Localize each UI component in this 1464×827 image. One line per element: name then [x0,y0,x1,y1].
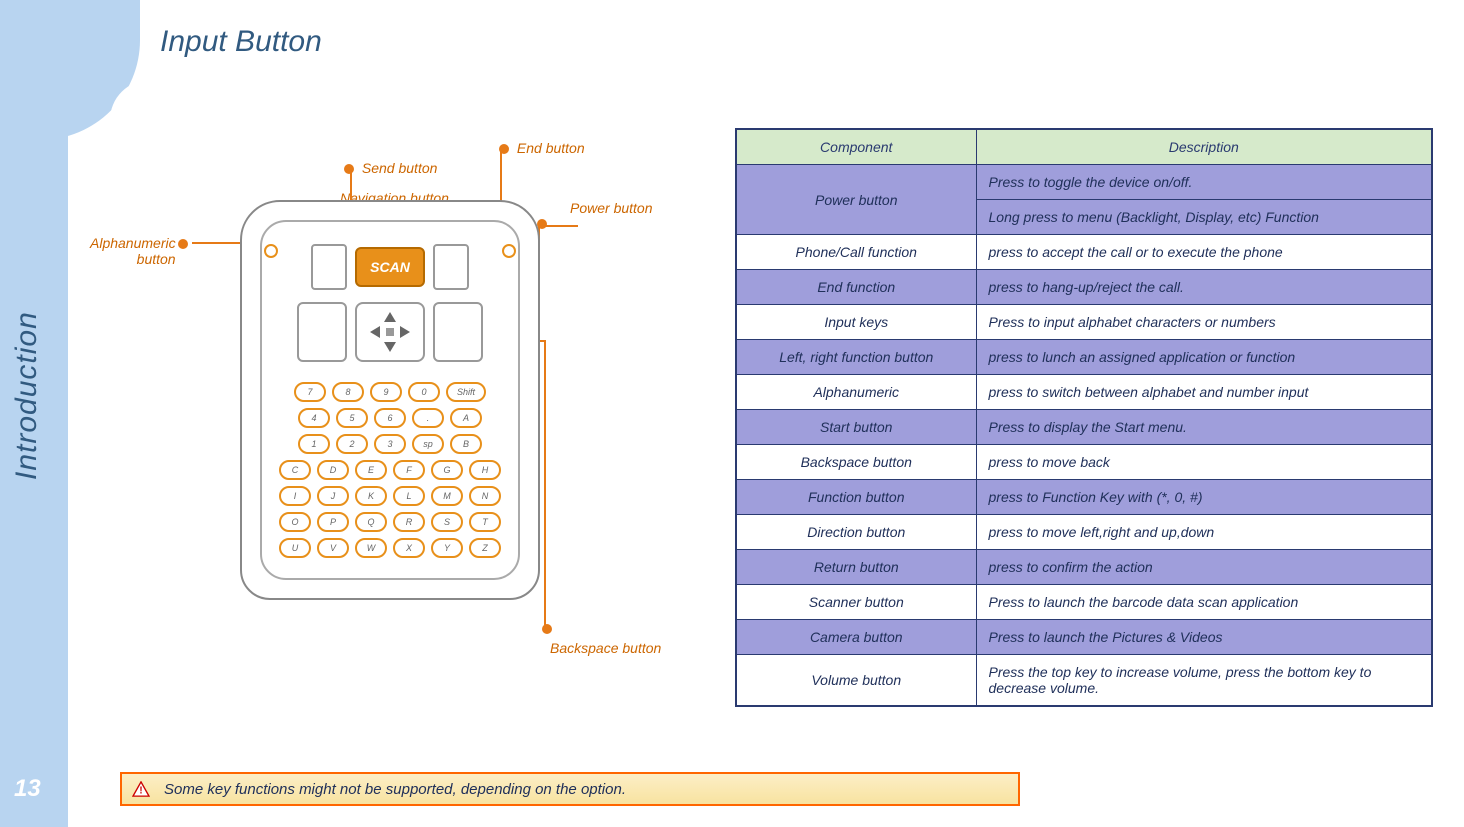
callout-send-text: Send button [362,160,438,176]
warning-bar: ! Some key functions might not be suppor… [120,772,1020,806]
dpad [355,302,425,362]
callout-dot-icon [344,164,354,174]
table-cell-description: Press to display the Start menu. [976,410,1432,445]
top-keys-row [272,302,508,370]
callout-alpha: Alphanumeric button [90,235,176,267]
leader-line [544,340,546,625]
page-number: 13 [14,775,41,803]
table-header-description: Description [976,129,1432,165]
function-key-left [297,302,347,362]
table-cell-description: press to confirm the action [976,550,1432,585]
table-row: Volume buttonPress the top key to increa… [736,655,1432,707]
table-row: Backspace buttonpress to move back [736,445,1432,480]
table-cell-component: Direction button [736,515,976,550]
callout-end: End button [495,140,585,156]
table-cell-description: press to Function Key with (*, 0, #) [976,480,1432,515]
table-row: Input keysPress to input alphabet charac… [736,305,1432,340]
table-cell-component: Camera button [736,620,976,655]
table-row: Return buttonpress to confirm the action [736,550,1432,585]
keypad: 7890Shift 456.A 123spB CDEFGH IJKLMN OPQ… [272,382,508,568]
table-row: End functionpress to hang-up/reject the … [736,270,1432,305]
callout-backspace-text: Backspace button [550,640,661,656]
warning-icon: ! [132,781,150,797]
table-cell-description: Press to toggle the device on/off. [976,165,1432,200]
table-cell-description: Press to launch the barcode data scan ap… [976,585,1432,620]
callout-alpha-text1: Alphanumeric [90,235,176,251]
table-row: Direction buttonpress to move left,right… [736,515,1432,550]
table-row: Function buttonpress to Function Key wit… [736,480,1432,515]
page-title: Input Button [160,25,322,59]
dpad-icon [366,308,414,356]
callout-backspace-dot [538,620,556,636]
table-cell-component: Function button [736,480,976,515]
callout-power-text: Power button [570,200,653,216]
table-cell-component: Scanner button [736,585,976,620]
table-row: Camera buttonPress to launch the Picture… [736,620,1432,655]
mini-screen-icon [311,244,347,290]
table-cell-component: Return button [736,550,976,585]
leader-line [538,225,578,227]
table-cell-description: Press to input alphabet characters or nu… [976,305,1432,340]
table-row: Alphanumericpress to switch between alph… [736,375,1432,410]
table-cell-description: Press to launch the Pictures & Videos [976,620,1432,655]
table-cell-component: Volume button [736,655,976,707]
table-row: Scanner buttonPress to launch the barcod… [736,585,1432,620]
svg-text:!: ! [139,785,142,796]
table-row: Power buttonPress to toggle the device o… [736,165,1432,200]
table-header-component: Component [736,129,976,165]
table-cell-component: Start button [736,410,976,445]
table-cell-component: Phone/Call function [736,235,976,270]
table-row: Left, right function buttonpress to lunc… [736,340,1432,375]
device-diagram: Send button End button Navigation button… [140,140,700,680]
table-cell-component: End function [736,270,976,305]
callout-send: Send button [340,160,437,176]
table-cell-component: Input keys [736,305,976,340]
table-row: Start buttonPress to display the Start m… [736,410,1432,445]
callout-end-text: End button [517,140,585,156]
device-outline: SCAN 7890Shift 456.A 123spB CDEFGH IJKLM… [240,200,540,600]
section-label: Introduction [10,311,44,480]
table-cell-description: press to accept the call or to execute t… [976,235,1432,270]
spec-table: Component Description Power buttonPress … [735,128,1433,707]
table-cell-description: press to hang-up/reject the call. [976,270,1432,305]
function-key-right [433,302,483,362]
table-cell-description: press to move back [976,445,1432,480]
table-cell-description: Long press to menu (Backlight, Display, … [976,200,1432,235]
table-row: Phone/Call functionpress to accept the c… [736,235,1432,270]
scan-button: SCAN [355,247,425,287]
screen-row: SCAN [272,242,508,292]
table-cell-component: Left, right function button [736,340,976,375]
table-cell-description: press to switch between alphabet and num… [976,375,1432,410]
callout-dot-icon [542,624,552,634]
callout-backspace: Backspace button [550,640,661,656]
mini-screen-icon [433,244,469,290]
table-cell-component: Backspace button [736,445,976,480]
callout-alpha-text2: button [137,251,176,267]
table-cell-description: Press the top key to increase volume, pr… [976,655,1432,707]
table-cell-description: press to lunch an assigned application o… [976,340,1432,375]
table-cell-component: Power button [736,165,976,235]
callout-dot-icon [178,239,188,249]
table-cell-component: Alphanumeric [736,375,976,410]
warning-text: Some key functions might not be supporte… [164,781,626,798]
callout-power: Power button [570,200,653,216]
table-cell-description: press to move left,right and up,down [976,515,1432,550]
